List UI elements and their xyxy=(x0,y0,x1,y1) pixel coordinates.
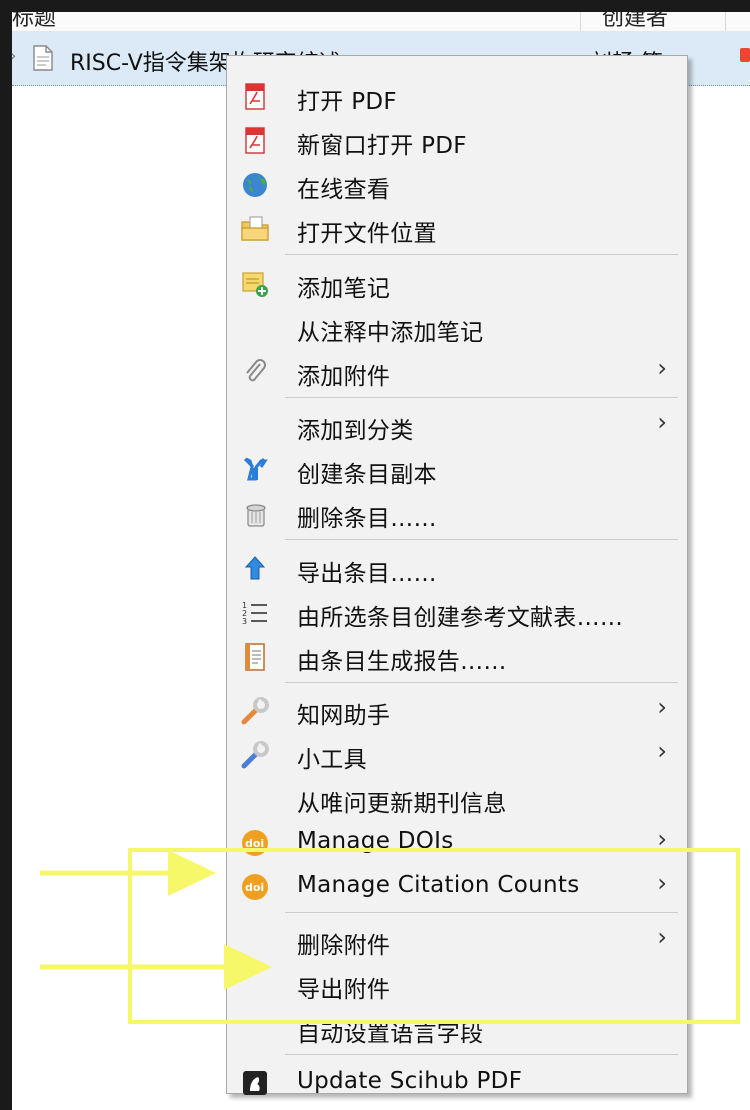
submenu-arrow-icon: › xyxy=(657,869,667,897)
menu-label: 删除条目…… xyxy=(297,506,437,532)
add-note-icon xyxy=(242,272,268,297)
pdf-icon xyxy=(245,127,265,154)
duplicate-icon xyxy=(243,457,268,481)
report-icon xyxy=(245,643,265,671)
menu-label: 导出条目…… xyxy=(297,561,437,587)
paperclip-icon xyxy=(246,359,266,382)
menu-item-auto-set-language[interactable]: 自动设置语言字段 xyxy=(227,1007,687,1051)
svg-text:doi: doi xyxy=(245,837,264,850)
menu-label: 删除附件 xyxy=(297,933,391,959)
menu-label: 导出附件 xyxy=(297,977,391,1003)
pdf-attachment-icon[interactable] xyxy=(740,48,750,62)
menu-item-open-pdf-new-window[interactable]: 新窗口打开 PDF xyxy=(227,119,687,163)
menu-item-create-bibliography[interactable]: 1 2 3 由所选条目创建参考文献表…… xyxy=(227,591,687,635)
menu-label: 在线查看 xyxy=(297,177,391,203)
zotero-item-list: 标题 创建者 › RISC-V指令集架构研究综述 刘畅 等 打开 PDF xyxy=(12,12,750,1110)
menu-separator xyxy=(285,682,678,683)
menu-item-export-attachments[interactable]: 导出附件 xyxy=(227,963,687,1007)
menu-label: 添加笔记 xyxy=(297,276,391,302)
menu-label: 创建条目副本 xyxy=(297,462,437,488)
menu-label: 新窗口打开 PDF xyxy=(297,133,467,159)
menu-label: 小工具 xyxy=(297,747,367,773)
menu-item-add-to-collection[interactable]: 添加到分类 › xyxy=(227,404,687,448)
menu-separator xyxy=(285,912,678,913)
column-header: 标题 创建者 xyxy=(12,12,750,32)
expand-twisty-icon[interactable]: › xyxy=(12,46,16,65)
menu-item-add-note[interactable]: 添加笔记 xyxy=(227,262,687,306)
submenu-arrow-icon: › xyxy=(657,825,667,853)
globe-icon xyxy=(243,173,267,197)
menu-label: Update Scihub PDF xyxy=(297,1068,523,1094)
menu-item-delete-attachments[interactable]: 删除附件 › xyxy=(227,919,687,963)
menu-label: Manage DOIs xyxy=(297,828,454,854)
menu-item-update-journal-info[interactable]: 从唯问更新期刊信息 xyxy=(227,777,687,821)
menu-label: 自动设置语言字段 xyxy=(297,1021,484,1047)
menu-item-delete-item[interactable]: 删除条目…… xyxy=(227,492,687,536)
menu-label: 知网助手 xyxy=(297,703,391,729)
menu-item-manage-dois[interactable]: doi Manage DOIs › xyxy=(227,821,687,865)
column-title-header[interactable]: 标题 xyxy=(12,12,56,32)
menu-item-open-file-location[interactable]: 打开文件位置 xyxy=(227,207,687,251)
menu-label: 由条目生成报告…… xyxy=(297,649,507,675)
export-arrow-icon xyxy=(244,556,266,580)
trash-icon xyxy=(246,504,266,527)
menu-item-duplicate-item[interactable]: 创建条目副本 xyxy=(227,448,687,492)
menu-item-add-attachment[interactable]: 添加附件 › xyxy=(227,350,687,394)
scihub-icon xyxy=(243,1071,267,1095)
menu-item-generate-report[interactable]: 由条目生成报告…… xyxy=(227,635,687,679)
folder-icon xyxy=(241,216,269,241)
pdf-icon xyxy=(245,83,265,110)
menu-item-manage-citation-counts[interactable]: doi Manage Citation Counts › xyxy=(227,865,687,909)
wrench-blue-icon xyxy=(241,741,269,769)
menu-item-update-scihub-pdf[interactable]: Update Scihub PDF xyxy=(227,1061,687,1105)
doi-icon: doi xyxy=(242,874,268,900)
menu-item-add-note-from-annotations[interactable]: 从注释中添加笔记 xyxy=(227,306,687,350)
svg-text:doi: doi xyxy=(245,881,264,894)
document-icon xyxy=(33,45,53,71)
menu-label: 添加到分类 xyxy=(297,418,414,444)
menu-label: 添加附件 xyxy=(297,364,391,390)
column-divider[interactable] xyxy=(725,12,726,31)
menu-label: 从注释中添加笔记 xyxy=(297,320,484,346)
column-divider[interactable] xyxy=(580,12,581,31)
context-menu: 打开 PDF 新窗口打开 PDF 在线查看 打开文件位置 添加笔记 从注释中添加… xyxy=(226,55,688,1095)
submenu-arrow-icon: › xyxy=(657,923,667,951)
menu-separator xyxy=(285,397,678,398)
menu-separator xyxy=(285,1054,678,1055)
submenu-arrow-icon: › xyxy=(657,693,667,721)
doi-icon: doi xyxy=(242,830,268,856)
menu-item-export-item[interactable]: 导出条目…… xyxy=(227,547,687,591)
menu-label: 打开文件位置 xyxy=(297,221,437,247)
svg-text:3: 3 xyxy=(242,617,247,626)
menu-separator xyxy=(285,254,678,255)
menu-item-tools[interactable]: 小工具 › xyxy=(227,733,687,777)
submenu-arrow-icon: › xyxy=(657,408,667,436)
menu-label: 由所选条目创建参考文献表…… xyxy=(297,605,624,631)
menu-label: 打开 PDF xyxy=(297,89,397,115)
menu-separator xyxy=(285,539,678,540)
menu-label: Manage Citation Counts xyxy=(297,872,580,898)
numbered-list-icon: 1 2 3 xyxy=(242,601,267,626)
wrench-orange-icon xyxy=(241,697,269,725)
submenu-arrow-icon: › xyxy=(657,737,667,765)
menu-item-cnki-helper[interactable]: 知网助手 › xyxy=(227,689,687,733)
menu-item-open-pdf[interactable]: 打开 PDF xyxy=(227,75,687,119)
submenu-arrow-icon: › xyxy=(657,354,667,382)
column-creator-header[interactable]: 创建者 xyxy=(602,12,668,32)
menu-label: 从唯问更新期刊信息 xyxy=(297,791,507,817)
menu-item-view-online[interactable]: 在线查看 xyxy=(227,163,687,207)
